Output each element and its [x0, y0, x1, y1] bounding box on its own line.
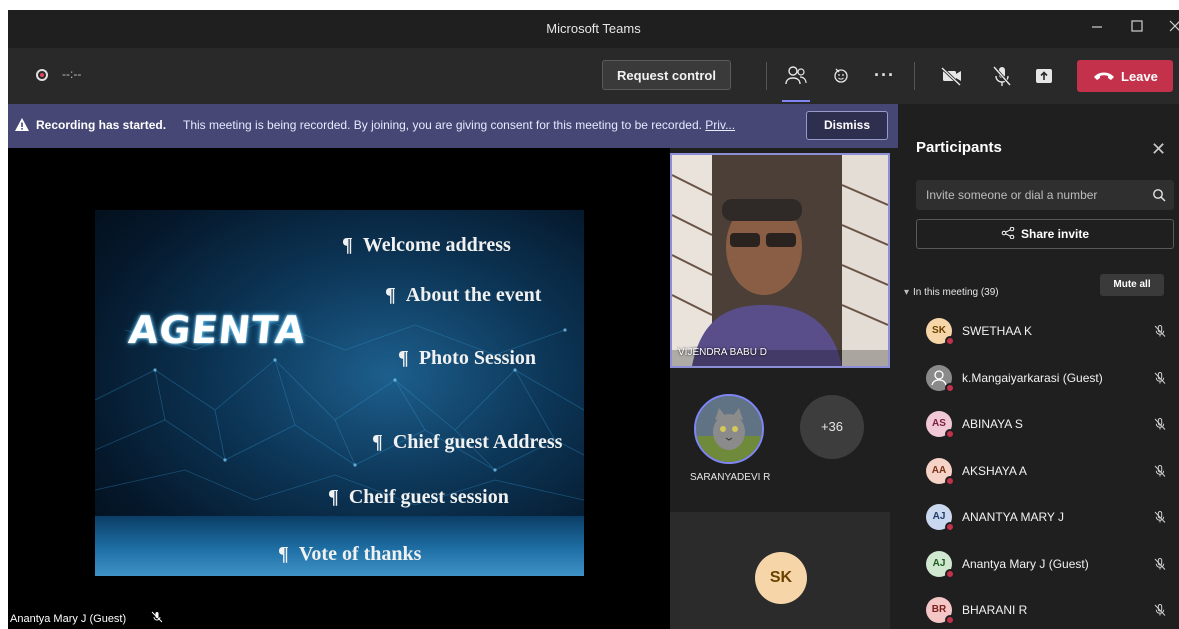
cat-photo-avatar — [696, 396, 762, 462]
panel-title: Participants — [916, 139, 1002, 156]
minimize-icon[interactable] — [1080, 15, 1114, 43]
presence-status-icon — [945, 522, 955, 532]
toolbar-divider — [766, 62, 767, 90]
participant-name: SWETHAA K — [962, 324, 1033, 338]
slide-heading: AGENTA — [126, 308, 309, 352]
pilcrow-icon: ¶ — [342, 234, 353, 256]
participant-name: ABINAYA S — [962, 417, 1023, 431]
pilcrow-icon: ¶ — [398, 347, 409, 369]
participant-tile-name: SARANYADEVI R — [690, 472, 771, 483]
pilcrow-icon: ¶ — [328, 486, 339, 508]
window-title: Microsoft Teams — [546, 21, 641, 36]
recording-banner: Recording has started. This meeting is b… — [8, 104, 898, 148]
presence-status-icon — [945, 475, 955, 486]
mic-off-icon[interactable] — [1153, 464, 1167, 478]
mic-off-icon[interactable] — [1153, 557, 1167, 571]
invite-search-input[interactable] — [916, 180, 1174, 210]
presence-status-icon — [945, 429, 955, 439]
mic-off-icon[interactable] — [1153, 603, 1167, 617]
share-invite-button[interactable]: Share invite — [916, 219, 1174, 249]
participant-video-tile[interactable]: VIJENDRA BABU D — [670, 153, 890, 368]
avatar: SK — [755, 552, 807, 604]
mic-off-icon[interactable] — [1153, 510, 1167, 524]
agenda-item: ¶ About the event — [385, 284, 542, 306]
presence-status-icon — [945, 382, 955, 393]
close-window-icon[interactable] — [1158, 15, 1179, 43]
leave-label: Leave — [1121, 69, 1158, 84]
privacy-link[interactable]: Priv... — [705, 118, 735, 132]
participant-row[interactable]: AA AKSHAYA A — [898, 448, 1179, 494]
close-icon[interactable]: ✕ — [1151, 139, 1166, 160]
participants-active-indicator — [782, 100, 810, 102]
maximize-icon[interactable] — [1120, 15, 1154, 43]
camera-off-icon[interactable] — [938, 62, 966, 90]
presence-status-icon — [945, 336, 955, 346]
leave-button[interactable]: Leave — [1077, 60, 1173, 92]
presenter-name: Anantya Mary J (Guest) — [10, 613, 127, 625]
agenda-item: ¶ Chief guest Address — [372, 431, 563, 453]
banner-message: This meeting is being recorded. By joini… — [183, 118, 702, 132]
phone-hangup-icon — [1094, 72, 1114, 80]
mic-off-icon[interactable] — [988, 62, 1016, 90]
avatar[interactable] — [694, 394, 764, 464]
agenda-item: ¶ Photo Session — [398, 347, 537, 369]
pilcrow-icon: ¶ — [278, 543, 289, 565]
mic-off-icon[interactable] — [1153, 417, 1167, 431]
toolbar-divider — [914, 62, 915, 90]
pilcrow-icon: ¶ — [385, 284, 396, 306]
shared-content-stage: AGENTA ¶ Welcome address ¶ About the event… — [8, 148, 670, 629]
chevron-down-icon: ▾ — [904, 287, 910, 298]
meeting-timer: --:-- — [62, 67, 82, 81]
title-bar: Microsoft Teams — [8, 10, 1179, 48]
presence-status-icon — [945, 568, 955, 579]
mic-off-icon[interactable] — [1153, 324, 1167, 338]
in-meeting-section-toggle[interactable]: ▾ In this meeting (39) — [904, 287, 999, 298]
meeting-toolbar: --:-- Request control ··· Leave — [8, 48, 1179, 104]
share-invite-label: Share invite — [1020, 227, 1090, 241]
participant-name: AKSHAYA A — [962, 463, 1027, 478]
mute-all-button[interactable]: Mute all — [1100, 274, 1164, 296]
participant-name: BHARANI R — [962, 603, 1028, 617]
pilcrow-icon: ¶ — [372, 431, 383, 453]
share-icon — [1001, 227, 1015, 239]
dismiss-button[interactable]: Dismiss — [806, 111, 888, 140]
recording-icon — [36, 69, 48, 81]
agenda-item: ¶ Cheif guest session — [328, 486, 509, 508]
participants-icon[interactable] — [782, 62, 810, 90]
participant-row[interactable]: AS ABINAYA S — [898, 401, 1179, 447]
share-screen-icon[interactable] — [1030, 62, 1058, 90]
participant-row[interactable]: AJ ANANTYA MARY J — [898, 494, 1179, 540]
participant-video — [672, 155, 888, 366]
participant-name: ANANTYA MARY J — [962, 510, 1065, 524]
more-options-icon[interactable]: ··· — [874, 65, 895, 86]
mic-off-icon[interactable] — [1153, 371, 1167, 385]
agenda-slide: AGENTA ¶ Welcome address ¶ About the event… — [95, 210, 584, 576]
participants-panel: Participants ✕ Share invite ▾In this mee… — [898, 104, 1179, 629]
teams-window: Microsoft Teams --:-- Request control ··… — [8, 10, 1179, 629]
reactions-icon[interactable] — [828, 62, 856, 90]
agenda-item: ¶ Vote of thanks — [278, 543, 422, 565]
participant-row[interactable]: SK SWETHAA K — [898, 308, 1179, 354]
participant-name: Anantya Mary J (Guest) — [962, 556, 1089, 571]
participant-row[interactable]: AJ Anantya Mary J (Guest) — [898, 541, 1179, 587]
request-control-button[interactable]: Request control — [602, 60, 731, 90]
mic-off-icon — [151, 611, 163, 623]
participant-row[interactable]: k.Mangaiyarkarasi (Guest) — [898, 355, 1179, 401]
search-icon[interactable] — [1152, 188, 1166, 202]
video-participant-name: VIJENDRA BABU D — [678, 347, 767, 358]
participant-row[interactable]: BR BHARANI R — [898, 587, 1179, 629]
agenda-item: ¶ Welcome address — [342, 234, 511, 256]
banner-title: Recording has started. — [36, 118, 167, 132]
participant-name: k.Mangaiyarkarasi (Guest) — [962, 370, 1103, 385]
more-participants-button[interactable]: +36 — [800, 395, 864, 459]
warning-icon — [15, 118, 29, 131]
presence-status-icon — [945, 615, 955, 625]
